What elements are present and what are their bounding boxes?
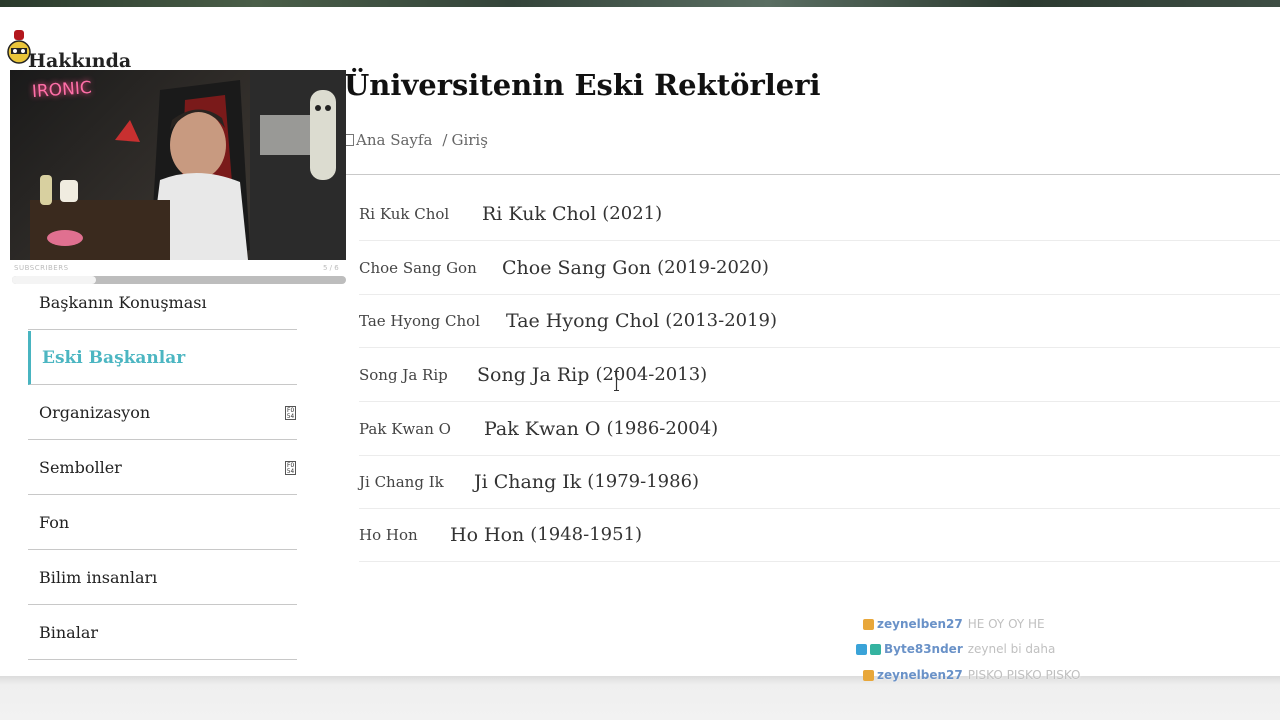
sidebar-item-semboller[interactable]: Semboller FO 54 — [28, 441, 297, 495]
rector-row: Song Ja Rip Song Ja Rip (2004-2013) — [359, 348, 1280, 402]
sidebar-item-label: Semboller — [39, 458, 122, 477]
rector-row: Ji Chang Ik Ji Chang Ik (1979-1986) — [359, 455, 1280, 509]
rector-name: Tae Hyong Chol — [506, 309, 660, 332]
webcam-overlay: IRONIC — [10, 70, 346, 260]
rector-name: Ri Kuk Chol — [482, 202, 597, 225]
sidebar-item-binalar[interactable]: Binalar — [28, 606, 297, 660]
rector-years: (1986-2004) — [606, 418, 719, 439]
chat-username: zeynelben27 — [877, 668, 963, 682]
sidebar-item-label: Binalar — [39, 623, 99, 642]
sidebar-item-label: Fon — [39, 513, 70, 532]
chat-message: zeynelben27 PISKO PISKO PISKO — [863, 668, 1081, 682]
breadcrumb-home[interactable]: Ana Sayfa — [356, 131, 432, 149]
header-divider — [344, 174, 1280, 175]
rector-name: Ji Chang Ik — [474, 470, 582, 493]
rector-row: Choe Sang Gon Choe Sang Gon (2019-2020) — [359, 241, 1280, 295]
subscriber-goal-label: SUBSCRIBERS — [14, 264, 69, 272]
rector-thumbnail-alt: Choe Sang Gon — [359, 258, 477, 277]
sidebar-item-label: Bilim insanları — [39, 568, 158, 587]
sidebar-item-label: Eski Başkanlar — [42, 347, 186, 368]
chat-text: zeynel bi daha — [967, 642, 1056, 656]
subscriber-goal-count: 5 / 6 — [323, 264, 339, 272]
rector-years: (1948-1951) — [530, 524, 643, 545]
rector-years: (2004-2013) — [595, 364, 708, 385]
sidebar-item-fon[interactable]: Fon — [28, 496, 297, 550]
rector-row: Ho Hon Ho Hon (1948-1951) — [359, 508, 1280, 562]
subscriber-badge-icon — [863, 669, 874, 681]
rector-thumbnail-alt: Ho Hon — [359, 525, 418, 544]
sidebar-item-baskanin-konusmasi[interactable]: Başkanın Konuşması — [28, 276, 297, 330]
text-cursor-icon — [614, 371, 619, 391]
chat-username: zeynelben27 — [877, 617, 963, 631]
rector-name: Pak Kwan O — [484, 417, 601, 440]
video-top-strip — [0, 0, 1280, 7]
subscriber-badge-icon — [863, 618, 874, 630]
chat-message: zeynelben27 HE OY OY HE — [863, 617, 1045, 631]
rector-thumbnail-alt: Ji Chang Ik — [359, 472, 444, 491]
chat-text: PISKO PISKO PISKO — [967, 668, 1081, 682]
chat-text: HE OY OY HE — [967, 617, 1045, 631]
chat-message: Byte83nder zeynel bi daha — [856, 642, 1055, 656]
sidebar-item-eski-baskanlar[interactable]: Eski Başkanlar — [28, 331, 297, 385]
rector-name: Song Ja Rip — [477, 363, 590, 386]
rector-thumbnail-alt: Pak Kwan O — [359, 419, 451, 438]
sidebar-item-label: Organizasyon — [39, 403, 151, 422]
rector-years: (2013-2019) — [665, 310, 778, 331]
rector-years: (2019-2020) — [657, 257, 769, 278]
rector-years: (1979-1986) — [587, 471, 700, 492]
page-footer-strip — [0, 676, 1280, 720]
submenu-icon[interactable]: FO 54 — [285, 460, 296, 475]
rector-name: Ho Hon — [450, 523, 525, 546]
breadcrumb-current[interactable]: Giriş — [451, 131, 487, 149]
sidebar-title: Hakkında — [28, 50, 132, 72]
breadcrumb: Ana Sayfa / Giriş — [344, 131, 488, 149]
page-title: Üniversitenin Eski Rektörleri — [344, 68, 821, 102]
sidebar-item-organizasyon[interactable]: Organizasyon FO 54 — [28, 386, 297, 440]
prime-badge-icon — [856, 643, 867, 655]
rector-years: (2021) — [602, 203, 663, 224]
submenu-icon[interactable]: FO 54 — [285, 405, 296, 420]
rector-row: Tae Hyong Chol Tae Hyong Chol (2013-2019… — [359, 294, 1280, 348]
sub-gift-badge-icon — [870, 643, 881, 655]
neon-sign: IRONIC — [31, 77, 93, 103]
subscriber-goal-fill — [12, 276, 96, 284]
rector-row: Ri Kuk Chol Ri Kuk Chol (2021) — [359, 187, 1280, 241]
sidebar-item-bilim-insanlari[interactable]: Bilim insanları — [28, 551, 297, 605]
sidebar-item-label: Başkanın Konuşması — [39, 293, 207, 312]
rector-name: Choe Sang Gon — [502, 256, 652, 279]
chat-username: Byte83nder — [884, 642, 963, 656]
rector-thumbnail-alt: Ri Kuk Chol — [359, 204, 450, 223]
rector-thumbnail-alt: Tae Hyong Chol — [359, 311, 481, 330]
breadcrumb-separator: / — [442, 131, 448, 149]
rector-row: Pak Kwan O Pak Kwan O (1986-2004) — [359, 402, 1280, 456]
rector-thumbnail-alt: Song Ja Rip — [359, 365, 448, 384]
